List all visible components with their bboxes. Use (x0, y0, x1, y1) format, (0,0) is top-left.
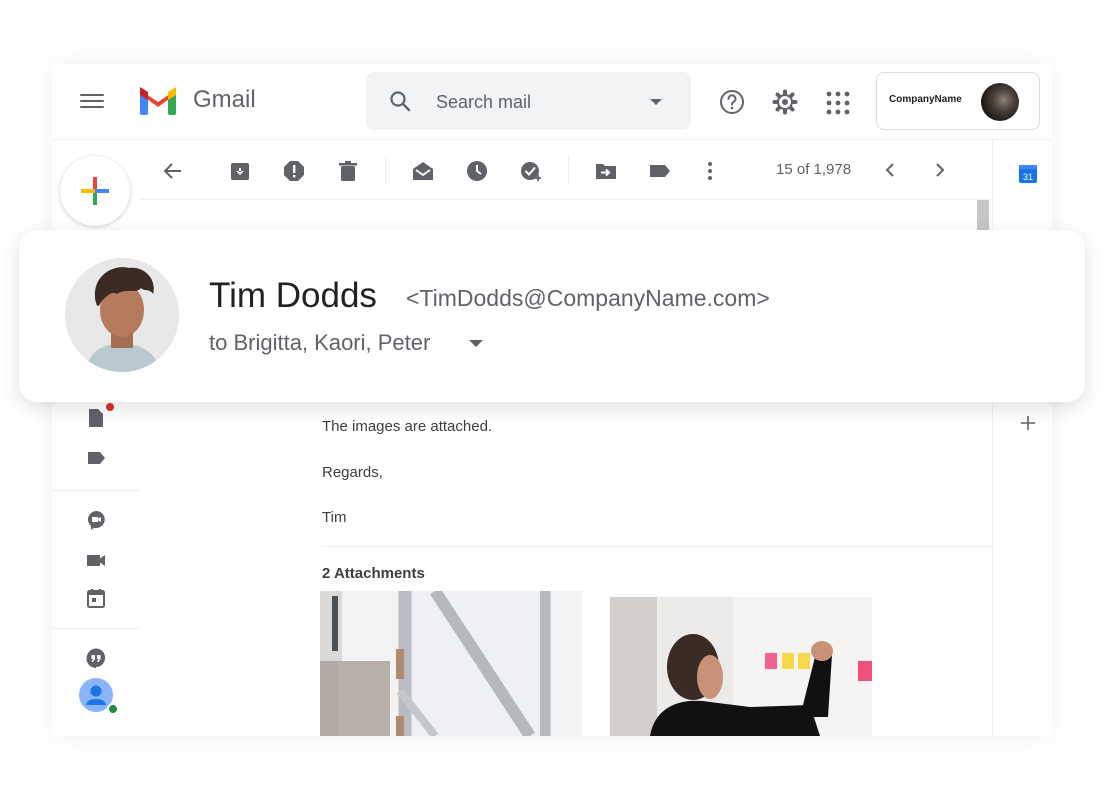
snooze-clock-icon[interactable] (466, 160, 488, 182)
add-to-tasks-icon[interactable] (520, 160, 542, 182)
drafts-document-icon[interactable] (86, 408, 106, 428)
message-toolbar: 15 of 1,978 (140, 140, 990, 200)
recipient-details-caret-icon[interactable] (469, 340, 483, 347)
mark-unread-icon[interactable] (412, 160, 434, 182)
attachment-thumbnail-office[interactable] (320, 591, 582, 736)
online-status-dot (107, 703, 119, 715)
menu-line (80, 100, 104, 102)
sender-header-card: Tim Dodds <TimDodds@CompanyName.com> to … (19, 230, 1085, 402)
email-body-line: The images are attached. (322, 418, 493, 435)
top-bar: Gmail Search mail CompanyName (52, 64, 1052, 140)
label-icon[interactable] (649, 160, 671, 182)
report-spam-icon[interactable] (283, 160, 305, 182)
rail-divider (52, 628, 140, 629)
help-icon[interactable] (718, 88, 746, 116)
delete-trash-icon[interactable] (337, 160, 359, 182)
calendar-icon[interactable] (86, 588, 106, 608)
sender-photo (65, 258, 179, 372)
label-tag-icon[interactable] (86, 448, 106, 468)
settings-gear-icon[interactable] (771, 88, 799, 116)
compose-button[interactable] (60, 156, 130, 226)
back-arrow-icon[interactable] (162, 160, 184, 182)
sender-email: <TimDodds@CompanyName.com> (406, 285, 770, 311)
sender-avatar[interactable] (65, 258, 179, 372)
move-to-folder-icon[interactable] (595, 160, 617, 182)
hangouts-quote-icon[interactable] (86, 648, 106, 668)
account-avatar[interactable] (981, 83, 1019, 121)
notification-dot (106, 403, 114, 411)
search-icon[interactable] (388, 89, 412, 113)
older-chevron-left-icon[interactable] (880, 160, 900, 180)
add-addon-plus-icon[interactable] (1019, 414, 1037, 432)
menu-line (80, 94, 104, 96)
recipients-list: to Brigitta, Kaori, Peter (209, 330, 431, 355)
calendar-day: 31 (1023, 172, 1033, 182)
scrollbar-thumb[interactable] (977, 200, 989, 232)
archive-icon[interactable] (229, 160, 251, 182)
toolbar-divider (385, 156, 386, 184)
attachments-divider (322, 546, 992, 547)
man-sticky-notes-image (650, 634, 872, 736)
more-options-icon[interactable] (699, 160, 721, 182)
office-photo-image (320, 591, 536, 736)
attachment-thumbnail-sticky-notes[interactable] (610, 597, 872, 736)
main-menu-button[interactable] (80, 90, 104, 112)
compose-plus-icon (81, 177, 109, 205)
sender-name: Tim Dodds (209, 276, 377, 315)
search-input[interactable] (436, 90, 636, 114)
account-switcher[interactable]: CompanyName (876, 72, 1040, 130)
newer-chevron-right-icon[interactable] (930, 160, 950, 180)
email-body-line: Regards, (322, 464, 383, 481)
rail-divider (52, 490, 140, 491)
gmail-logo-icon[interactable] (138, 86, 178, 116)
menu-line (80, 106, 104, 108)
video-camera-icon[interactable] (86, 550, 106, 570)
google-apps-grid-icon[interactable] (824, 89, 852, 117)
left-rail (52, 400, 140, 736)
search-options-caret-icon[interactable] (650, 99, 662, 105)
attachments-heading: 2 Attachments (322, 565, 425, 582)
google-calendar-icon[interactable]: 31 (1018, 164, 1038, 184)
meet-chat-icon[interactable] (86, 510, 106, 530)
pager-count: 15 of 1,978 (776, 161, 852, 178)
account-name: CompanyName (889, 94, 962, 105)
email-signature: Tim (322, 509, 347, 526)
toolbar-divider (568, 156, 569, 184)
gmail-wordmark: Gmail (193, 86, 256, 113)
search-bar (366, 72, 691, 130)
